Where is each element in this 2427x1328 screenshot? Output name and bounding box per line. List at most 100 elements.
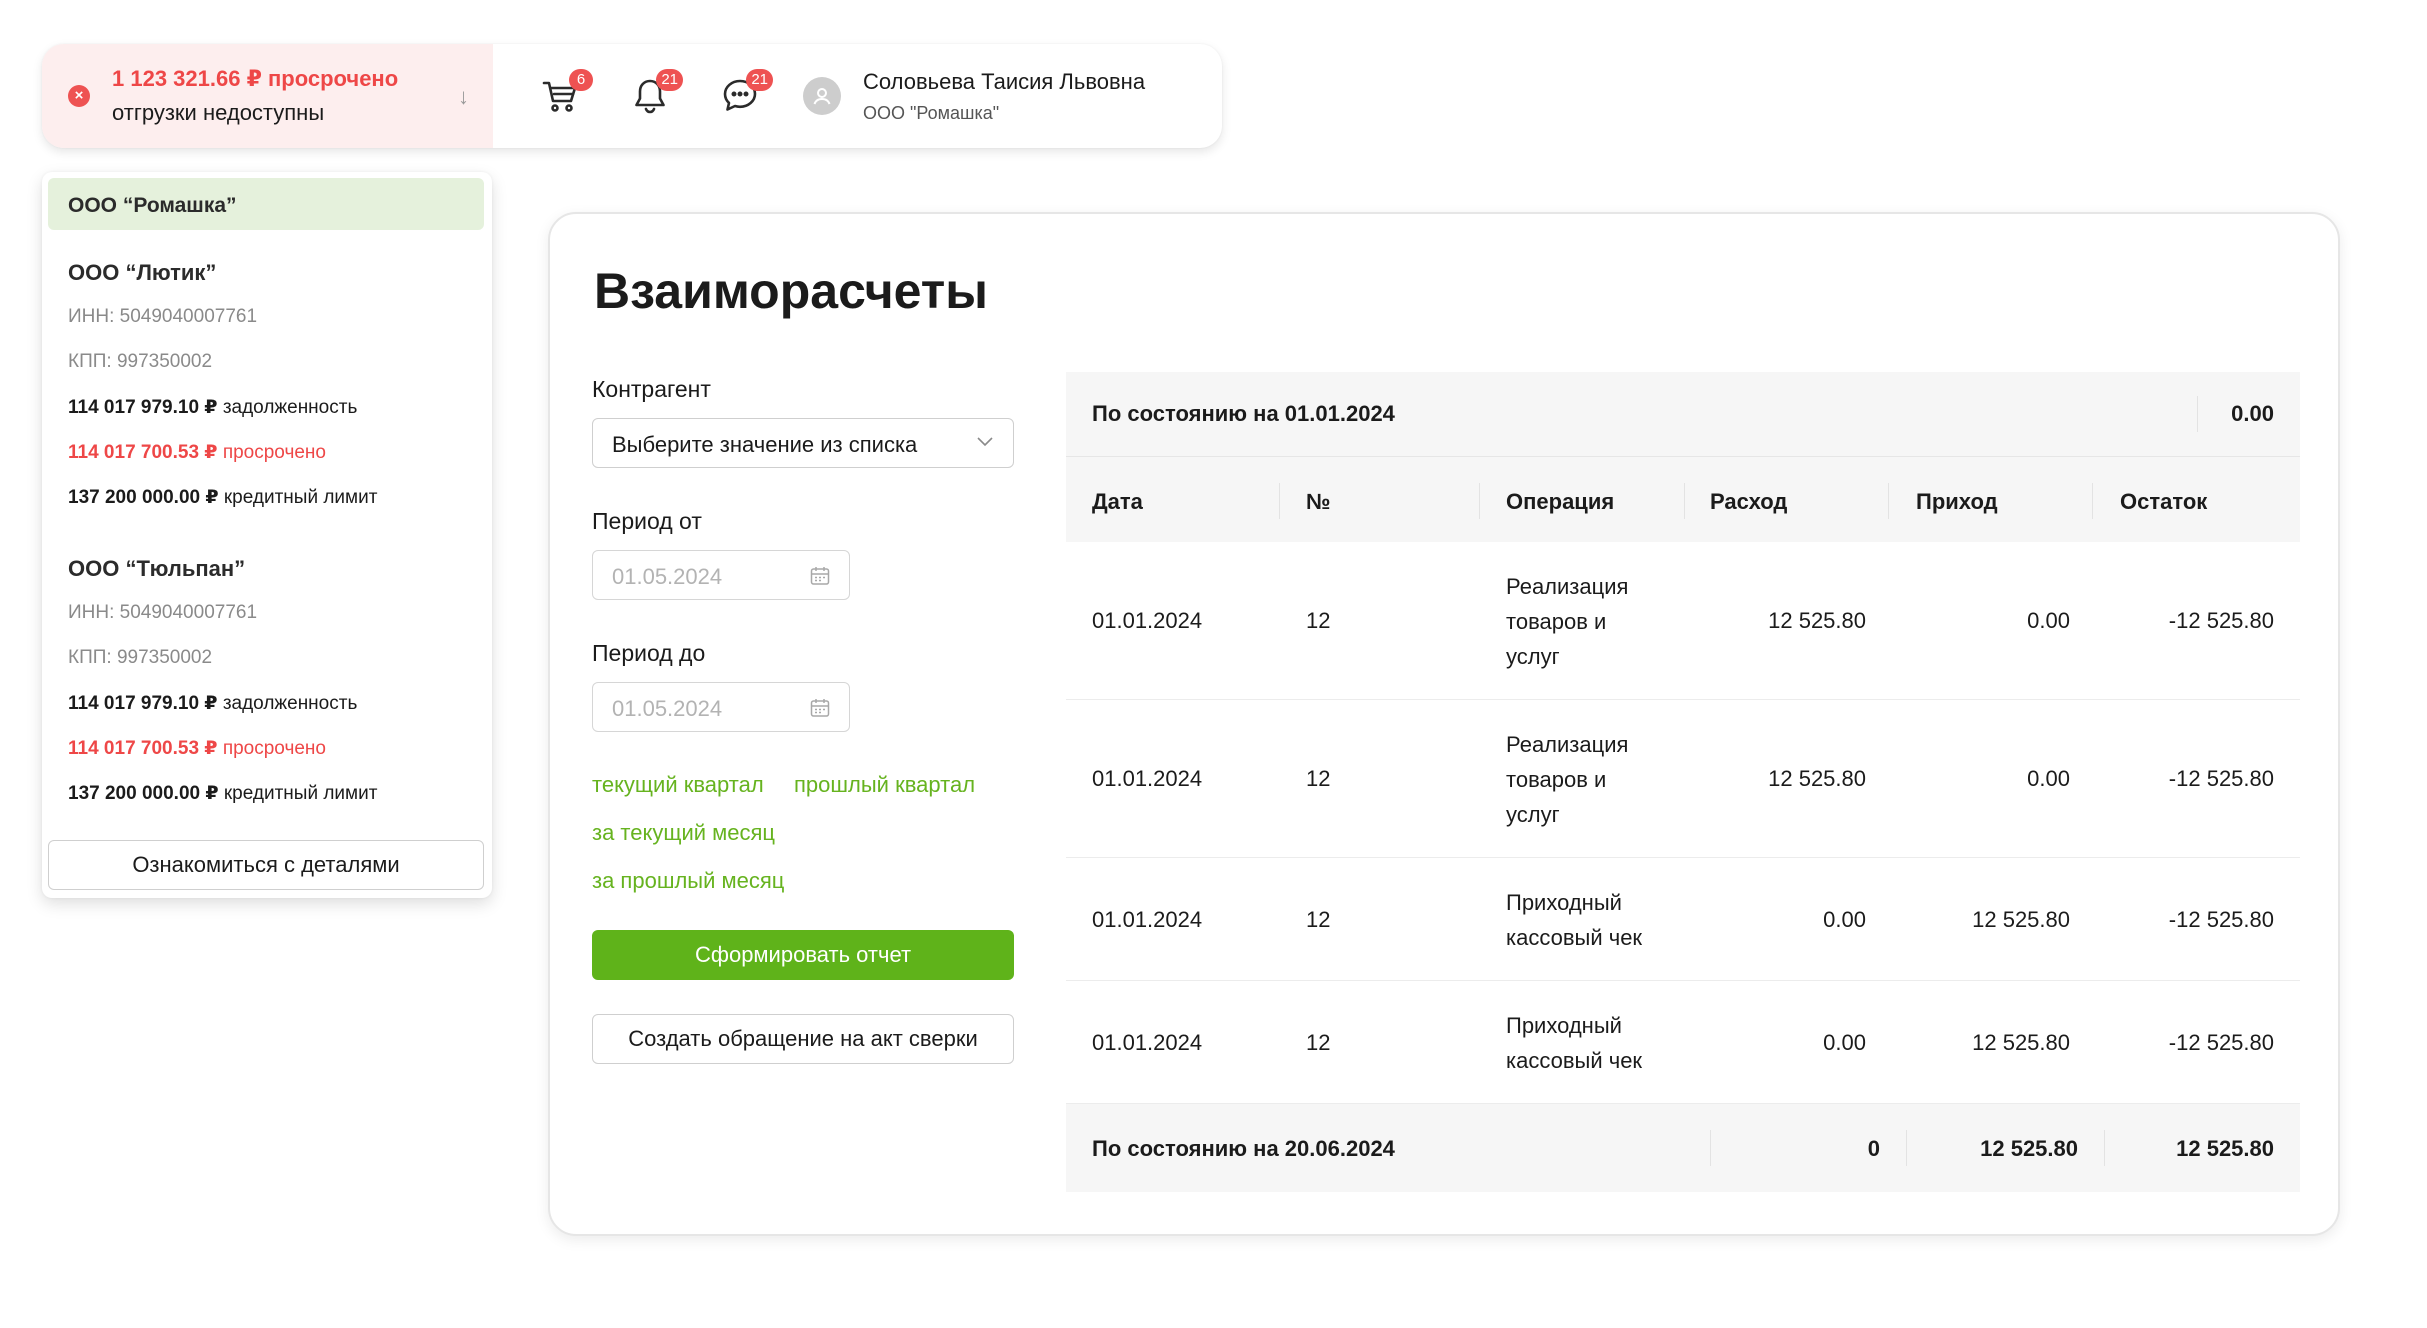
- divider: [2197, 396, 2198, 432]
- create-reconciliation-request-button[interactable]: Создать обращение на акт сверки: [592, 1014, 1014, 1064]
- cell-date: 01.01.2024: [1092, 766, 1203, 791]
- cart-button[interactable]: 6: [535, 69, 593, 121]
- column-header-operation[interactable]: Операция: [1506, 489, 1614, 515]
- cell-balance: -12 525.80: [2168, 608, 2274, 633]
- period-from-value: 01.05.2024: [612, 564, 723, 589]
- cell-operation: Реализация товаров и услуг: [1506, 727, 1666, 832]
- calendar-icon[interactable]: [809, 565, 831, 587]
- org-name: ООО “Лютик”: [68, 260, 217, 285]
- debt-amount: 114 017 979.10 ₽: [68, 397, 218, 418]
- overdue-amount: 114 017 700.53 ₽: [68, 738, 218, 759]
- org-overdue: 114 017 700.53 ₽ просрочено: [68, 737, 468, 782]
- operation-line: Приходный: [1506, 1013, 1622, 1038]
- column-header-balance[interactable]: Остаток: [2120, 489, 2207, 515]
- cell-expense: 0.00: [1823, 1030, 1866, 1055]
- cell-balance: -12 525.80: [2168, 1030, 2274, 1055]
- org-overdue: 114 017 700.53 ₽ просрочено: [68, 441, 468, 486]
- shipments-unavailable-text: отгрузки недоступны: [112, 100, 325, 125]
- opening-balance-row: По состоянию на 01.01.2024 0.00: [1066, 372, 2300, 456]
- cart-count-badge: 6: [569, 69, 593, 91]
- previous-month-link[interactable]: за прошлый месяц: [592, 868, 784, 894]
- cell-expense: 12 525.80: [1768, 766, 1866, 791]
- limit-label: кредитный лимит: [223, 783, 378, 804]
- org-credit-limit: 137 200 000.00 ₽ кредитный лимит: [68, 782, 468, 827]
- user-org: ООО "Ромашка": [863, 102, 1000, 123]
- cell-date: 01.01.2024: [1092, 1030, 1203, 1055]
- operation-line: товаров и: [1506, 767, 1607, 792]
- org-inn: ИНН: 5049040007761: [68, 602, 258, 623]
- org-inn: ИНН: 5049040007761: [68, 306, 258, 327]
- current-quarter-link[interactable]: текущий квартал: [592, 772, 764, 798]
- cell-expense: 0.00: [1823, 907, 1866, 932]
- cell-balance: -12 525.80: [2168, 907, 2274, 932]
- org-debt: 114 017 979.10 ₽ задолженность: [68, 692, 468, 737]
- divider: [2092, 483, 2093, 519]
- period-to-value: 01.05.2024: [612, 696, 723, 721]
- page-title: Взаиморасчеты: [594, 263, 988, 319]
- cell-number: 12: [1306, 1030, 1331, 1055]
- previous-quarter-link[interactable]: прошлый квартал: [794, 772, 975, 798]
- chevron-down-icon: [977, 437, 993, 447]
- limit-amount: 137 200 000.00 ₽: [68, 487, 219, 508]
- period-to-input[interactable]: 01.05.2024: [592, 682, 850, 732]
- notifications-count-badge: 21: [656, 69, 683, 91]
- user-avatar-icon: [813, 88, 831, 105]
- closing-balance: 12 525.80: [2176, 1136, 2274, 1161]
- column-header-date[interactable]: Дата: [1092, 489, 1143, 515]
- cell-date: 01.01.2024: [1092, 608, 1203, 633]
- overdue-label: просрочено: [222, 442, 326, 463]
- cell-number: 12: [1306, 766, 1331, 791]
- column-header-expense[interactable]: Расход: [1710, 489, 1787, 515]
- arrow-down-icon[interactable]: ↓: [458, 84, 469, 110]
- table-row[interactable]: 01.01.2024 12 Реализация товаров и услуг…: [1066, 700, 2300, 858]
- org-item-tyulpan[interactable]: ООО “Тюльпан” ИНН: 5049040007761 КПП: 99…: [68, 556, 468, 827]
- view-details-button[interactable]: Ознакомиться с деталями: [48, 840, 484, 890]
- debt-amount: 114 017 979.10 ₽: [68, 693, 218, 714]
- org-item-active[interactable]: ООО “Ромашка”: [48, 178, 484, 230]
- overdue-amount: 1 123 321.66 ₽ просрочено: [112, 66, 399, 91]
- cell-income: 12 525.80: [1972, 1030, 2070, 1055]
- cell-number: 12: [1306, 907, 1331, 932]
- current-month-link[interactable]: за текущий месяц: [592, 820, 775, 846]
- user-profile[interactable]: Соловьева Таисия Львовна ООО "Ромашка": [803, 69, 1145, 124]
- period-from-input[interactable]: 01.05.2024: [592, 550, 850, 600]
- debt-label: задолженность: [222, 397, 358, 418]
- operation-line: Реализация: [1506, 574, 1629, 599]
- org-credit-limit: 137 200 000.00 ₽ кредитный лимит: [68, 486, 468, 531]
- column-header-income[interactable]: Приход: [1916, 489, 1998, 515]
- messages-count-badge: 21: [746, 69, 773, 91]
- limit-label: кредитный лимит: [223, 487, 378, 508]
- calendar-icon[interactable]: [809, 697, 831, 719]
- divider: [1684, 483, 1685, 519]
- cell-income: 0.00: [2027, 608, 2070, 633]
- cell-operation: Приходный кассовый чек: [1506, 885, 1666, 955]
- operation-line: товаров и: [1506, 609, 1607, 634]
- messages-button[interactable]: 21: [715, 69, 773, 121]
- overdue-alert[interactable]: × 1 123 321.66 ₽ просрочено отгрузки нед…: [42, 44, 493, 148]
- operation-line: Реализация: [1506, 732, 1629, 757]
- notifications-button[interactable]: 21: [625, 69, 683, 121]
- table-row[interactable]: 01.01.2024 12 Приходный кассовый чек 0.0…: [1066, 981, 2300, 1104]
- settlements-table: По состоянию на 01.01.2024 0.00 Дата № О…: [1066, 372, 2300, 1192]
- divider: [1710, 1130, 1711, 1166]
- generate-report-button[interactable]: Сформировать отчет: [592, 930, 1014, 980]
- period-from-label: Период от: [592, 508, 702, 534]
- table-row[interactable]: 01.01.2024 12 Приходный кассовый чек 0.0…: [1066, 858, 2300, 981]
- table-header-row: Дата № Операция Расход Приход Остаток: [1066, 456, 2300, 542]
- avatar: [803, 77, 841, 115]
- org-item-lyutik[interactable]: ООО “Лютик” ИНН: 5049040007761 КПП: 9973…: [68, 260, 468, 531]
- divider: [1479, 483, 1480, 519]
- cell-operation: Реализация товаров и услуг: [1506, 569, 1666, 674]
- operation-line: Приходный: [1506, 890, 1622, 915]
- closing-income: 12 525.80: [1980, 1136, 2078, 1161]
- column-header-number[interactable]: №: [1306, 489, 1331, 515]
- cell-income: 0.00: [2027, 766, 2070, 791]
- org-dropdown-panel: ООО “Ромашка” ООО “Лютик” ИНН: 504904000…: [42, 172, 492, 898]
- opening-balance-label: По состоянию на 01.01.2024: [1092, 401, 1395, 426]
- settlements-card: Взаиморасчеты Контрагент Выберите значен…: [548, 212, 2340, 1236]
- closing-expense: 0: [1867, 1136, 1880, 1161]
- org-kpp: КПП: 997350002: [68, 647, 213, 668]
- counterparty-select[interactable]: Выберите значение из списка: [592, 418, 1014, 468]
- org-kpp: КПП: 997350002: [68, 351, 213, 372]
- table-row[interactable]: 01.01.2024 12 Реализация товаров и услуг…: [1066, 542, 2300, 700]
